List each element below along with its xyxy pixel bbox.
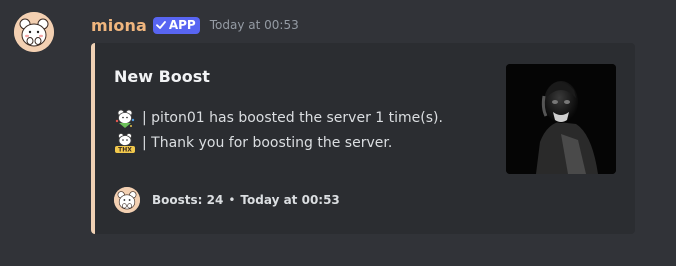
message-header: miona APP Today at 00:53 bbox=[91, 13, 299, 37]
user-avatar[interactable] bbox=[14, 12, 54, 52]
svg-text:THX: THX bbox=[118, 147, 132, 154]
embed-description-line: THX | Thank you for boosting the server. bbox=[114, 132, 392, 154]
footer-separator: • bbox=[228, 193, 236, 207]
footer-timestamp: Today at 00:53 bbox=[240, 193, 340, 207]
thanks-line-text: | Thank you for boosting the server. bbox=[142, 135, 393, 151]
bear-celebration-emoji-icon bbox=[115, 109, 135, 128]
embed-description-line: | piton01 has boosted the server 1 time(… bbox=[114, 107, 443, 129]
embed-card: New Boost | piton01 has boosted the serv… bbox=[91, 43, 635, 234]
bear-footer-icon bbox=[114, 187, 140, 213]
message-timestamp[interactable]: Today at 00:53 bbox=[210, 18, 299, 32]
boost-line-text: | piton01 has boosted the server 1 time(… bbox=[142, 110, 443, 126]
chat-message: miona APP Today at 00:53 New Boost | pit… bbox=[0, 0, 676, 266]
footer-avatar bbox=[114, 187, 140, 213]
app-badge: APP bbox=[152, 16, 200, 34]
bear-thx-emoji-icon: THX bbox=[115, 133, 135, 154]
checkmark-icon bbox=[155, 21, 166, 29]
boost-count: Boosts: 24 bbox=[152, 193, 224, 207]
bear-avatar-icon bbox=[14, 12, 54, 52]
embed-footer: Boosts: 24 • Today at 00:53 bbox=[114, 187, 340, 213]
app-badge-label: APP bbox=[168, 17, 196, 32]
username[interactable]: miona bbox=[91, 16, 147, 35]
embed-thumbnail[interactable] bbox=[506, 64, 616, 174]
soldier-portrait-thumbnail bbox=[506, 64, 616, 174]
embed-title: New Boost bbox=[114, 67, 210, 86]
